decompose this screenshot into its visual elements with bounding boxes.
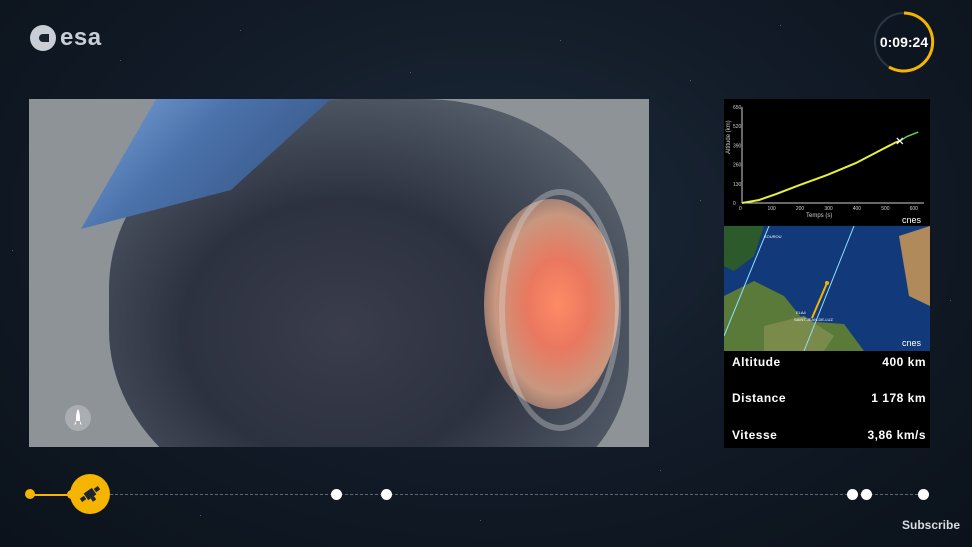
stat-vitesse-label: Vitesse [732, 428, 778, 442]
y-tick-label: 390 [733, 143, 742, 149]
altitude-future-line [899, 131, 919, 142]
rocket-glyph [74, 409, 82, 425]
x-tick-label: 200 [796, 206, 805, 212]
timer-value: 0:09:24 [879, 34, 929, 50]
x-tick-label: 500 [881, 206, 890, 212]
map-label-1: KOUROU [764, 234, 782, 239]
stat-vitesse-value: 3,86 km/s [867, 428, 926, 442]
x-tick-label: 0 [739, 206, 742, 212]
stat-altitude-label: Altitude [732, 355, 781, 369]
chart-xlabel: Temps (s) [806, 213, 832, 219]
altitude-line [741, 140, 901, 204]
y-tick-label: 260 [733, 163, 742, 169]
stat-vitesse: Vitesse 3,86 km/s [732, 428, 926, 442]
timeline-event-3[interactable] [847, 489, 858, 500]
x-tick-label: 400 [853, 206, 862, 212]
rocket-icon[interactable] [65, 405, 91, 431]
trajectory-map: KOUROU ELA4 SAINT-JEAN-DE-LUZ cnes [724, 226, 930, 351]
map-credit: cnes [902, 338, 922, 348]
timeline-event-4[interactable] [861, 489, 872, 500]
stats-block: Altitude 400 km Distance 1 178 km Vitess… [724, 351, 930, 448]
chart-ylabel: Altitude (km) [726, 120, 732, 154]
video-player[interactable] [29, 99, 649, 447]
stat-altitude-value: 400 km [882, 355, 926, 369]
y-tick-label: 0 [733, 201, 736, 207]
x-tick-label: 600 [910, 206, 919, 212]
stat-distance: Distance 1 178 km [732, 391, 926, 405]
timeline-event-2[interactable] [381, 489, 392, 500]
y-tick-label: 520 [733, 124, 742, 130]
mission-timeline[interactable] [0, 470, 972, 520]
chart-credit: cnes [902, 215, 922, 225]
y-tick-label: 130 [733, 182, 742, 188]
x-tick-label: 300 [824, 206, 833, 212]
esa-logo[interactable]: esa [30, 24, 102, 52]
telemetry-panel: 650 520 390 260 130 0 0 100 200 300 400 500 600 Alt… [724, 99, 930, 448]
timeline-track [110, 494, 928, 495]
map-svg: KOUROU ELA4 SAINT-JEAN-DE-LUZ [724, 226, 930, 351]
map-label-2: ELA4 [796, 310, 807, 315]
stat-distance-value: 1 178 km [871, 391, 926, 405]
subscribe-button[interactable]: Subscribe [902, 518, 960, 532]
timeline-start[interactable] [25, 489, 35, 499]
esa-logo-word: esa [60, 24, 102, 51]
stat-altitude: Altitude 400 km [732, 355, 926, 369]
nozzle-ring [499, 189, 621, 431]
altitude-chart-svg: 650 520 390 260 130 0 0 100 200 300 400 500 600 Alt… [726, 105, 924, 219]
satellite-icon [79, 486, 101, 502]
timeline-event-1[interactable] [331, 489, 342, 500]
timeline-current-marker[interactable] [70, 474, 110, 514]
y-tick-label: 650 [733, 105, 742, 111]
stat-distance-label: Distance [732, 391, 787, 405]
altitude-chart: 650 520 390 260 130 0 0 100 200 300 400 500 600 Alt… [724, 99, 930, 225]
timeline-event-5[interactable] [918, 489, 929, 500]
elapsed-timer: 0:09:24 [872, 10, 936, 74]
x-tick-label: 100 [767, 206, 776, 212]
map-label-3: SAINT-JEAN-DE-LUZ [794, 317, 833, 322]
esa-logo-mark [30, 25, 56, 51]
